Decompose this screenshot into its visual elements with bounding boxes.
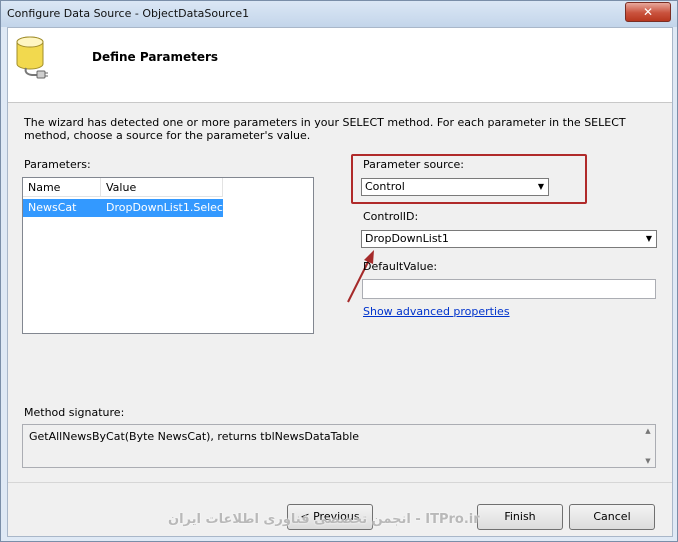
wizard-header: Define Parameters	[8, 28, 672, 103]
close-icon: ✕	[642, 5, 654, 19]
method-signature-text: GetAllNewsByCat(Byte NewsCat), returns t…	[29, 430, 360, 443]
close-button[interactable]: ✕	[625, 2, 671, 22]
parameter-value-cell: DropDownList1.Selec...	[106, 201, 223, 214]
dropdown-arrow-icon: ▼	[537, 182, 544, 191]
parameter-source-select[interactable]: Control ▼	[361, 178, 549, 196]
scroll-down-icon[interactable]: ▼	[641, 457, 655, 465]
parameters-list[interactable]: Name Value NewsCat DropDownList1.Selec..…	[22, 177, 314, 334]
scroll-up-icon[interactable]: ▲	[641, 427, 655, 435]
parameter-source-label: Parameter source:	[363, 158, 464, 171]
signature-scrollbar[interactable]: ▲ ▼	[641, 425, 655, 467]
default-value-field[interactable]	[362, 279, 656, 299]
title-bar[interactable]: Configure Data Source - ObjectDataSource…	[1, 1, 677, 27]
column-header-name[interactable]: Name	[23, 178, 101, 197]
parameters-label: Parameters:	[24, 158, 91, 171]
default-value-label: DefaultValue:	[363, 260, 438, 273]
button-separator	[8, 482, 672, 483]
parameter-name-cell: NewsCat	[28, 201, 77, 214]
dialog-client: Define Parameters The wizard has detecte…	[7, 27, 673, 537]
dialog-window: Configure Data Source - ObjectDataSource…	[0, 0, 678, 542]
page-title: Define Parameters	[92, 50, 219, 64]
window-title: Configure Data Source - ObjectDataSource…	[7, 7, 250, 20]
method-signature-label: Method signature:	[24, 406, 125, 419]
wizard-description: The wizard has detected one or more para…	[24, 116, 626, 142]
parameter-source-value: Control	[365, 180, 405, 193]
finish-button[interactable]: Finish	[477, 504, 563, 530]
database-plug-icon	[16, 36, 48, 79]
control-id-label: ControlID:	[363, 210, 419, 223]
cancel-button[interactable]: Cancel	[569, 504, 655, 530]
watermark-text: انجمن تخصصی فناوری اطلاعات ایران - ITPro…	[168, 512, 480, 527]
dropdown-arrow-icon: ▼	[645, 234, 652, 243]
method-signature-box[interactable]: GetAllNewsByCat(Byte NewsCat), returns t…	[22, 424, 656, 468]
column-header-value[interactable]: Value	[101, 178, 223, 197]
table-row[interactable]: NewsCat DropDownList1.Selec...	[23, 199, 223, 217]
show-advanced-properties-link[interactable]: Show advanced properties	[363, 305, 510, 318]
control-id-value: DropDownList1	[365, 232, 449, 245]
control-id-select[interactable]: DropDownList1 ▼	[361, 230, 657, 248]
